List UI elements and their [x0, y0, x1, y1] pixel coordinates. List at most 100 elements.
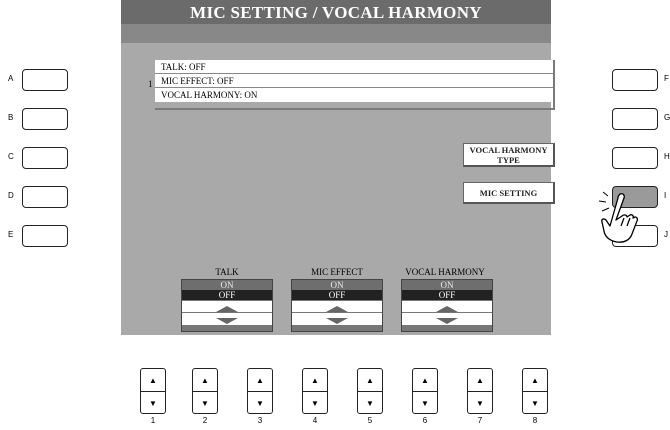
down-triangle-icon: ▼: [149, 398, 157, 408]
down-triangle-icon: ▼: [256, 398, 264, 408]
down-button-2[interactable]: ▼: [193, 392, 217, 414]
page-title: MIC SETTING / VOCAL HARMONY: [121, 0, 551, 24]
screen-button-g[interactable]: [612, 108, 658, 130]
button-number-1: 1: [150, 416, 156, 425]
down-arrow-icon: [216, 318, 238, 324]
list-item-vocal-harmony[interactable]: VOCAL HARMONY: ON: [155, 88, 553, 102]
down-button-4[interactable]: ▼: [303, 392, 327, 414]
down-triangle-icon: ▼: [366, 398, 374, 408]
pointing-hand-icon: [598, 191, 639, 243]
down-button-7[interactable]: ▼: [468, 392, 492, 414]
down-triangle-icon: ▼: [421, 398, 429, 408]
updown-button-1[interactable]: ▲ ▼: [140, 368, 166, 414]
button-letter-d: D: [8, 191, 14, 200]
up-button-1[interactable]: ▲: [141, 369, 165, 392]
vocal-harmony-option-on[interactable]: ON: [402, 280, 492, 290]
screen-button-f[interactable]: [612, 69, 658, 91]
button-number-8: 8: [532, 416, 538, 425]
up-triangle-icon: ▲: [256, 375, 264, 385]
button-letter-b: B: [8, 113, 14, 122]
button-letter-j: J: [664, 230, 668, 239]
up-triangle-icon: ▲: [476, 375, 484, 385]
button-number-7: 7: [477, 416, 483, 425]
talk-option-off[interactable]: OFF: [182, 290, 272, 300]
mic-effect-control[interactable]: ON OFF: [291, 279, 383, 332]
list-item-talk[interactable]: TALK: OFF: [155, 60, 553, 74]
lcd-screen: MIC SETTING / VOCAL HARMONY 1 TALK: OFF …: [121, 0, 555, 335]
mic-effect-up-arrow[interactable]: [292, 300, 382, 312]
button-number-2: 2: [202, 416, 208, 425]
up-button-5[interactable]: ▲: [358, 369, 382, 392]
mic-effect-option-on[interactable]: ON: [292, 280, 382, 290]
button-number-5: 5: [367, 416, 373, 425]
updown-button-6[interactable]: ▲ ▼: [412, 368, 438, 414]
updown-button-3[interactable]: ▲ ▼: [247, 368, 273, 414]
list-number: 1: [148, 79, 153, 89]
updown-button-8[interactable]: ▲ ▼: [522, 368, 548, 414]
column-label-vocal-harmony: VOCAL HARMONY: [405, 267, 485, 277]
vocal-harmony-type-button[interactable]: VOCAL HARMONY TYPE: [463, 143, 555, 167]
screen-button-e[interactable]: [22, 225, 68, 247]
screen-button-b[interactable]: [22, 108, 68, 130]
talk-option-on[interactable]: ON: [182, 280, 272, 290]
screen-button-a[interactable]: [22, 69, 68, 91]
screen-button-d[interactable]: [22, 186, 68, 208]
button-letter-g: G: [664, 113, 670, 122]
talk-down-arrow[interactable]: [182, 312, 272, 325]
column-label-mic-effect: MIC EFFECT: [311, 267, 363, 277]
down-triangle-icon: ▼: [311, 398, 319, 408]
button-number-6: 6: [422, 416, 428, 425]
down-triangle-icon: ▼: [531, 398, 539, 408]
button-number-3: 3: [257, 416, 263, 425]
updown-button-2[interactable]: ▲ ▼: [192, 368, 218, 414]
button-number-4: 4: [312, 416, 318, 425]
screen-button-h[interactable]: [612, 147, 658, 169]
up-triangle-icon: ▲: [149, 375, 157, 385]
up-button-7[interactable]: ▲: [468, 369, 492, 392]
button-letter-c: C: [8, 152, 14, 161]
down-arrow-icon: [436, 318, 458, 324]
down-button-8[interactable]: ▼: [523, 392, 547, 414]
down-button-6[interactable]: ▼: [413, 392, 437, 414]
updown-button-7[interactable]: ▲ ▼: [467, 368, 493, 414]
mic-effect-option-off[interactable]: OFF: [292, 290, 382, 300]
down-button-5[interactable]: ▼: [358, 392, 382, 414]
up-triangle-icon: ▲: [421, 375, 429, 385]
title-band: [121, 24, 551, 43]
up-button-2[interactable]: ▲: [193, 369, 217, 392]
button-letter-h: H: [664, 152, 670, 161]
button-letter-i: I: [664, 191, 667, 200]
down-triangle-icon: ▼: [201, 398, 209, 408]
up-triangle-icon: ▲: [311, 375, 319, 385]
vocal-harmony-option-off[interactable]: OFF: [402, 290, 492, 300]
settings-list[interactable]: TALK: OFF MIC EFFECT: OFF VOCAL HARMONY:…: [155, 60, 555, 110]
up-button-4[interactable]: ▲: [303, 369, 327, 392]
mic-effect-down-arrow[interactable]: [292, 312, 382, 325]
updown-button-4[interactable]: ▲ ▼: [302, 368, 328, 414]
up-button-3[interactable]: ▲: [248, 369, 272, 392]
vocal-harmony-control[interactable]: ON OFF: [401, 279, 493, 332]
vocal-harmony-up-arrow[interactable]: [402, 300, 492, 312]
talk-control[interactable]: ON OFF: [181, 279, 273, 332]
up-triangle-icon: ▲: [201, 375, 209, 385]
button-letter-a: A: [8, 74, 14, 83]
down-triangle-icon: ▼: [476, 398, 484, 408]
talk-up-arrow[interactable]: [182, 300, 272, 312]
vocal-harmony-down-arrow[interactable]: [402, 312, 492, 325]
up-button-6[interactable]: ▲: [413, 369, 437, 392]
mic-setting-button[interactable]: MIC SETTING: [463, 182, 555, 204]
vocal-harmony-type-line1: VOCAL HARMONY: [469, 145, 548, 155]
button-letter-f: F: [664, 74, 669, 83]
screen-button-c[interactable]: [22, 147, 68, 169]
up-button-8[interactable]: ▲: [523, 369, 547, 392]
list-item-mic-effect[interactable]: MIC EFFECT: OFF: [155, 74, 553, 88]
down-arrow-icon: [326, 318, 348, 324]
column-label-talk: TALK: [215, 267, 239, 277]
updown-button-5[interactable]: ▲ ▼: [357, 368, 383, 414]
down-button-1[interactable]: ▼: [141, 392, 165, 414]
vocal-harmony-type-line2: TYPE: [497, 155, 520, 165]
up-triangle-icon: ▲: [531, 375, 539, 385]
button-letter-e: E: [8, 230, 14, 239]
down-button-3[interactable]: ▼: [248, 392, 272, 414]
up-triangle-icon: ▲: [366, 375, 374, 385]
